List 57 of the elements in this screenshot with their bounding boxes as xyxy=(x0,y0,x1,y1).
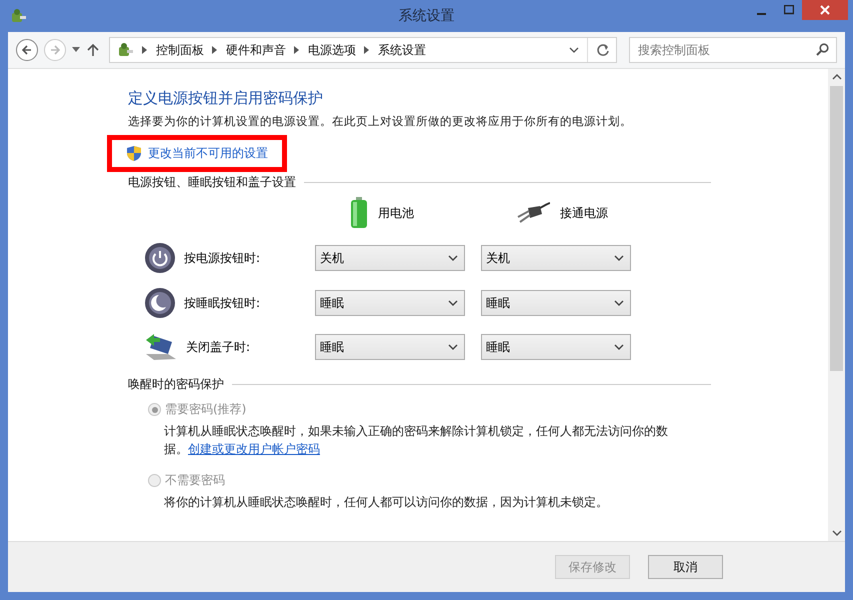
chevron-down-icon[interactable] xyxy=(569,47,579,53)
scrollbar[interactable] xyxy=(828,69,845,541)
row-label: 按睡眠按钮时: xyxy=(184,294,260,312)
chevron-down-icon xyxy=(614,255,624,261)
dropdown[interactable]: 睡眠 xyxy=(315,334,465,360)
chevron-icon xyxy=(212,46,218,54)
refresh-icon[interactable] xyxy=(596,43,610,57)
chevron-icon xyxy=(294,46,300,54)
dropdown[interactable]: 睡眠 xyxy=(481,334,631,360)
back-arrow-icon xyxy=(21,44,33,56)
admin-settings-link[interactable]: 更改当前不可用的设置 xyxy=(148,145,268,162)
dropdown[interactable]: 睡眠 xyxy=(481,290,631,316)
up-arrow-icon[interactable] xyxy=(87,43,99,57)
chevron-icon xyxy=(364,46,370,54)
breadcrumb-item[interactable]: 硬件和声音 xyxy=(226,42,286,58)
close-button[interactable] xyxy=(802,0,848,20)
chevron-down-icon xyxy=(614,300,624,306)
dropdown[interactable]: 关机 xyxy=(315,245,465,271)
chevron-icon xyxy=(142,46,148,54)
moon-button-icon xyxy=(144,287,176,319)
scroll-down-icon xyxy=(832,530,842,536)
shield-icon xyxy=(126,145,142,162)
dropdown-caret-icon[interactable] xyxy=(72,47,81,53)
cancel-button[interactable]: 取消 xyxy=(648,555,723,579)
row-label: 按电源按钮时: xyxy=(184,250,260,266)
dropdown[interactable]: 关机 xyxy=(481,245,631,271)
section-title: 唤醒时的密码保护 xyxy=(128,376,224,393)
search-icon xyxy=(816,43,829,56)
row-label: 关闭盖子时: xyxy=(186,338,250,356)
battery-icon xyxy=(350,197,368,229)
laptop-icon xyxy=(144,332,178,362)
option-description: 将你的计算机从睡眠状态唤醒时，任何人都可以访问你的数据，因为计算机未锁定。 xyxy=(164,494,609,511)
close-icon xyxy=(820,5,830,15)
chevron-down-icon xyxy=(614,344,624,350)
window-title: 系统设置 xyxy=(398,7,454,25)
column-label: 用电池 xyxy=(378,204,414,222)
chevron-down-icon xyxy=(448,300,458,306)
breadcrumb-item[interactable]: 电源选项 xyxy=(308,42,356,58)
column-label: 接通电源 xyxy=(560,204,608,222)
chevron-down-icon xyxy=(448,255,458,261)
intro-text: 选择要为你的计算机设置的电源设置。在此页上对设置所做的更改将应用于你所有的电源计划。 xyxy=(128,114,633,129)
minimize-icon xyxy=(757,12,766,14)
back-button[interactable] xyxy=(16,39,38,61)
dropdown[interactable]: 睡眠 xyxy=(315,290,465,316)
forward-arrow-icon xyxy=(49,44,61,56)
section-title: 电源按钮、睡眠按钮和盖子设置 xyxy=(128,174,296,191)
chevron-down-icon xyxy=(448,344,458,350)
search-field[interactable]: 搜索控制面板 xyxy=(629,37,837,63)
address-bar[interactable]: 控制面板 硬件和声音 电源选项 系统设置 xyxy=(109,37,617,63)
breadcrumb-item[interactable]: 控制面板 xyxy=(156,42,204,58)
power-plug-icon xyxy=(516,202,550,224)
option-description: 计算机从睡眠状态唤醒时，如果未输入正确的密码来解除计算机锁定，任何人都无法访问你的数据。创建或更改用户帐户密码 xyxy=(164,423,669,458)
maximize-icon xyxy=(784,5,794,15)
scroll-up-icon xyxy=(832,74,842,80)
breadcrumb-item[interactable]: 系统设置 xyxy=(378,42,426,58)
page-heading: 定义电源按钮并启用密码保护 xyxy=(128,89,324,108)
power-button-icon xyxy=(144,242,176,274)
